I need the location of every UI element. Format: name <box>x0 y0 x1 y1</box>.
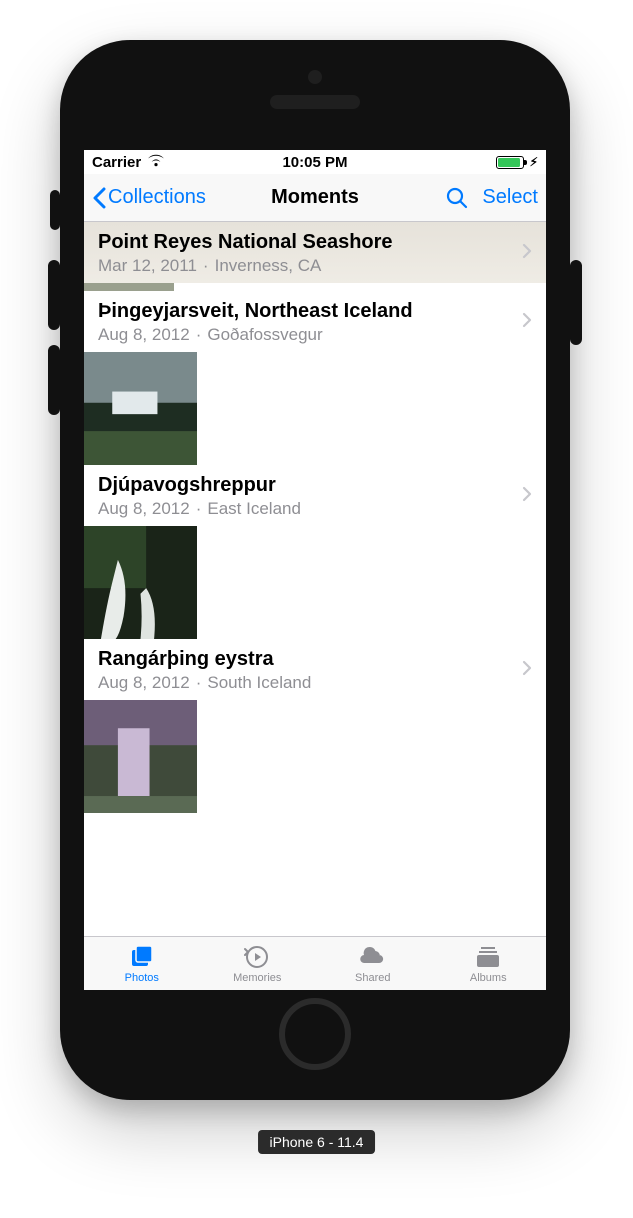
charging-icon: ⚡︎ <box>530 155 538 169</box>
photo-thumbnail[interactable] <box>84 526 197 639</box>
moment-title: Þingeyjarsveit, Northeast Iceland <box>98 299 516 324</box>
moment-location: East Iceland <box>207 499 301 518</box>
tab-memories[interactable]: Memories <box>200 937 316 990</box>
moments-list[interactable]: Point Reyes National Seashore Mar 12, 20… <box>84 222 546 936</box>
earpiece-speaker <box>270 95 360 109</box>
moment-section: Rangárþing eystra Aug 8, 2012 · South Icel… <box>84 639 546 813</box>
volume-up-button <box>48 260 60 330</box>
moment-section: Þingeyjarsveit, Northeast Iceland Aug 8,… <box>84 291 546 465</box>
battery-icon <box>496 156 524 169</box>
disclosure-button[interactable] <box>522 486 532 507</box>
moment-date: Aug 8, 2012 <box>98 325 190 344</box>
chevron-right-icon <box>522 486 532 502</box>
moment-section: Point Reyes National Seashore Mar 12, 20… <box>84 222 546 291</box>
chevron-right-icon <box>522 660 532 676</box>
moment-title: Djúpavogshreppur <box>98 473 516 498</box>
photo-thumbnail[interactable] <box>84 352 197 465</box>
tab-photos[interactable]: Photos <box>84 937 200 990</box>
separator-dot: · <box>196 499 202 518</box>
moment-location: Inverness, CA <box>215 256 322 275</box>
tab-bar: Photos Memories Shared Albums <box>84 936 546 990</box>
moment-title: Point Reyes National Seashore <box>98 230 516 255</box>
screen: Carrier 10:05 PM ⚡︎ Collections Moments <box>84 150 546 990</box>
photo-thumbnail[interactable] <box>84 700 197 813</box>
chevron-right-icon <box>522 312 532 328</box>
photos-icon <box>129 944 155 970</box>
search-icon <box>446 187 468 209</box>
moment-header[interactable]: Rangárþing eystra Aug 8, 2012 · South Icel… <box>84 639 546 700</box>
separator-dot: · <box>196 673 202 692</box>
mute-switch <box>50 190 60 230</box>
select-button[interactable]: Select <box>482 186 538 209</box>
shared-icon <box>360 944 386 970</box>
disclosure-button[interactable] <box>522 312 532 333</box>
home-button[interactable] <box>279 998 351 1070</box>
navigation-bar: Collections Moments Select <box>84 174 546 222</box>
memories-icon <box>244 944 270 970</box>
tab-label: Photos <box>125 972 159 984</box>
chevron-left-icon <box>92 187 106 209</box>
moment-date: Aug 8, 2012 <box>98 673 190 692</box>
moment-header[interactable]: Þingeyjarsveit, Northeast Iceland Aug 8,… <box>84 291 546 352</box>
moment-date: Aug 8, 2012 <box>98 499 190 518</box>
volume-down-button <box>48 345 60 415</box>
tab-label: Memories <box>233 972 281 984</box>
device-label: iPhone 6 - 11.4 <box>258 1130 376 1154</box>
front-camera <box>308 70 322 84</box>
moment-header[interactable]: Point Reyes National Seashore Mar 12, 20… <box>84 222 546 283</box>
tab-shared[interactable]: Shared <box>315 937 431 990</box>
moment-section: Djúpavogshreppur Aug 8, 2012 · East Icelan… <box>84 465 546 639</box>
tab-label: Shared <box>355 972 390 984</box>
device-frame: Carrier 10:05 PM ⚡︎ Collections Moments <box>60 40 570 1100</box>
photo-thumbnail[interactable] <box>84 283 174 291</box>
disclosure-button[interactable] <box>522 660 532 681</box>
wifi-icon <box>147 153 165 171</box>
moment-location: South Iceland <box>207 673 311 692</box>
moment-header[interactable]: Djúpavogshreppur Aug 8, 2012 · East Icelan… <box>84 465 546 526</box>
moment-date: Mar 12, 2011 <box>98 256 197 275</box>
tab-label: Albums <box>470 972 507 984</box>
back-button[interactable]: Collections <box>92 186 206 209</box>
search-button[interactable] <box>446 187 468 209</box>
tab-albums[interactable]: Albums <box>431 937 547 990</box>
albums-icon <box>475 944 501 970</box>
back-label: Collections <box>108 186 206 209</box>
disclosure-button[interactable] <box>522 243 532 264</box>
separator-dot: · <box>196 325 202 344</box>
status-bar: Carrier 10:05 PM ⚡︎ <box>84 150 546 174</box>
power-button <box>570 260 582 345</box>
carrier-label: Carrier <box>92 154 141 171</box>
moment-location: Goðafossvegur <box>207 325 322 344</box>
moment-title: Rangárþing eystra <box>98 647 516 672</box>
separator-dot: · <box>203 256 209 275</box>
chevron-right-icon <box>522 243 532 259</box>
